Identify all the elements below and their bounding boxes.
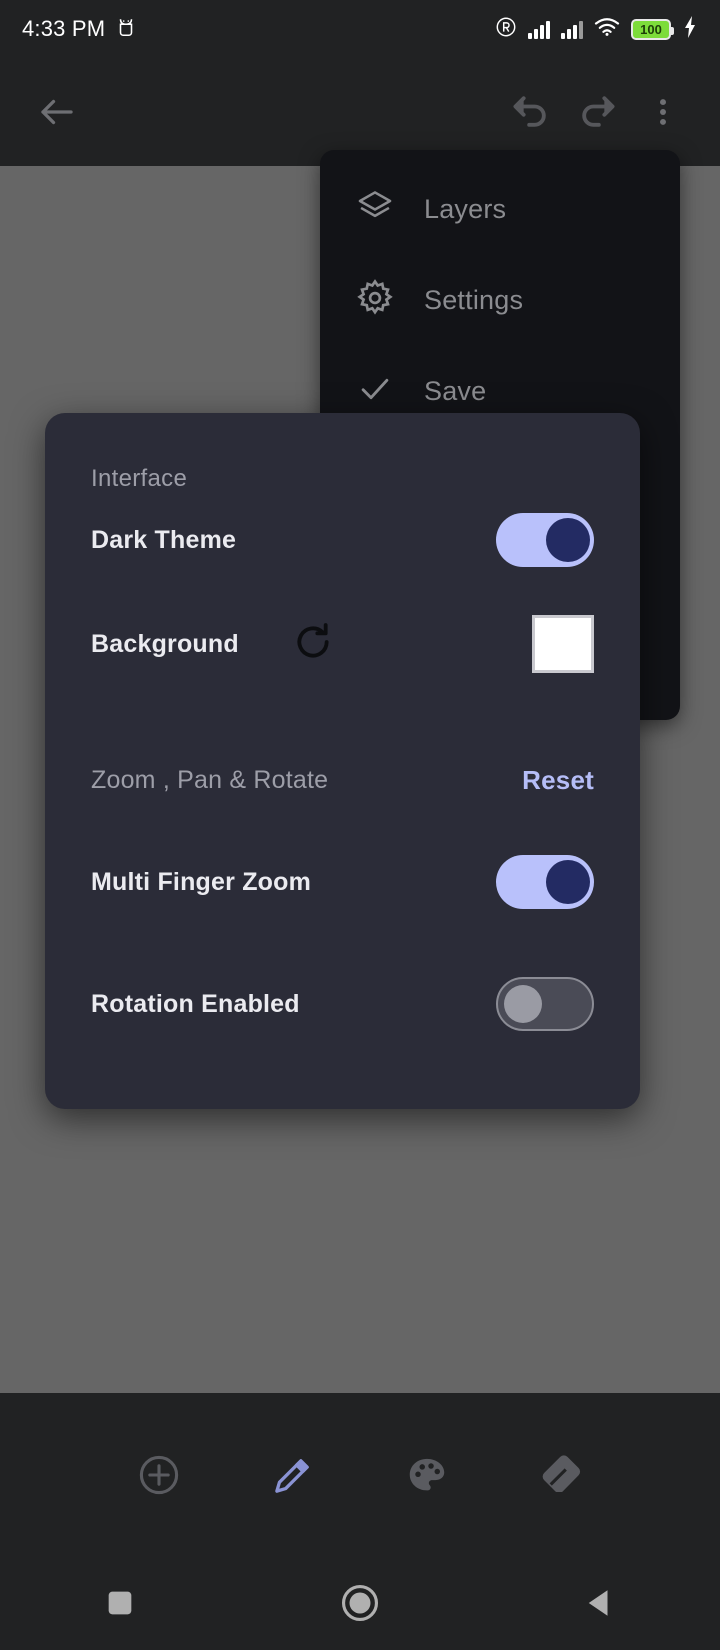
menu-item-label: Save xyxy=(424,376,487,406)
pencil-tool-button[interactable] xyxy=(252,1434,334,1516)
dark-theme-label: Dark Theme xyxy=(91,525,237,554)
add-layer-tool-button[interactable] xyxy=(118,1434,200,1516)
bottom-toolbar xyxy=(0,1393,720,1556)
wifi-icon xyxy=(594,16,620,42)
toggle-knob xyxy=(546,860,590,904)
signal-bars-icon-2 xyxy=(561,19,583,39)
check-icon xyxy=(356,370,394,413)
menu-item-label: Settings xyxy=(424,285,524,315)
nav-back-button[interactable] xyxy=(552,1568,648,1638)
battery-icon: 100 xyxy=(631,18,674,40)
menu-item-layers[interactable]: Layers xyxy=(320,164,680,255)
section-header-zoom: Zoom , Pan & Rotate xyxy=(91,765,329,794)
signal-bars-icon xyxy=(528,19,550,39)
dark-theme-toggle[interactable] xyxy=(496,513,594,567)
home-button[interactable] xyxy=(312,1568,408,1638)
row-dark-theme[interactable]: Dark Theme xyxy=(91,513,594,567)
gear-icon xyxy=(356,279,394,322)
section-header-interface: Interface xyxy=(91,465,188,492)
undo-button[interactable] xyxy=(498,79,564,145)
rotation-enabled-toggle[interactable] xyxy=(496,977,594,1031)
overflow-menu-button[interactable] xyxy=(630,79,696,145)
rotation-enabled-label: Rotation Enabled xyxy=(91,989,300,1018)
palette-tool-button[interactable] xyxy=(386,1434,468,1516)
redo-button[interactable] xyxy=(564,79,630,145)
row-background[interactable]: Background xyxy=(91,615,594,673)
navigation-bar xyxy=(0,1556,720,1650)
menu-item-settings[interactable]: Settings xyxy=(320,255,680,346)
menu-item-label: Layers xyxy=(424,194,507,224)
recents-button[interactable] xyxy=(72,1568,168,1638)
layers-icon xyxy=(356,188,394,231)
row-rotation-enabled[interactable]: Rotation Enabled xyxy=(91,977,594,1031)
settings-dialog: Interface Dark Theme Background Zoom , P… xyxy=(45,413,640,1109)
refresh-icon[interactable] xyxy=(293,622,333,667)
back-button[interactable] xyxy=(24,79,90,145)
background-color-swatch[interactable] xyxy=(532,615,594,673)
charging-bolt-icon xyxy=(682,15,698,44)
toggle-knob xyxy=(546,518,590,562)
android-robot-icon xyxy=(115,16,137,43)
multi-finger-zoom-toggle[interactable] xyxy=(496,855,594,909)
status-time: 4:33 PM xyxy=(22,16,106,41)
row-multi-finger-zoom[interactable]: Multi Finger Zoom xyxy=(91,855,594,909)
background-left-group: Background xyxy=(91,622,333,667)
status-bar-left: 4:33 PM xyxy=(22,16,137,43)
row-zoom-pan-rotate: Zoom , Pan & Rotate Reset xyxy=(91,758,594,802)
eraser-tool-button[interactable] xyxy=(520,1434,602,1516)
reset-button[interactable]: Reset xyxy=(522,765,594,796)
battery-level-text: 100 xyxy=(640,21,662,37)
registered-trademark-icon xyxy=(495,16,517,43)
background-label: Background xyxy=(91,629,239,658)
status-bar-right: 100 xyxy=(495,15,698,44)
toggle-knob xyxy=(504,985,542,1023)
multi-finger-zoom-label: Multi Finger Zoom xyxy=(91,867,312,896)
phone-screen: 4:33 PM 100 Layers Settings Save Interfa… xyxy=(0,0,720,1650)
status-bar: 4:33 PM 100 xyxy=(0,0,720,58)
